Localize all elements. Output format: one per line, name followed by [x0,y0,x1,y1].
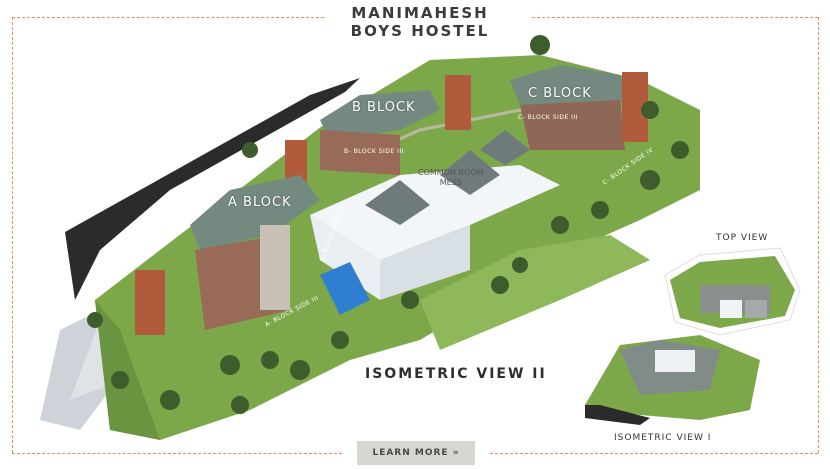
common-room-line-1: COMMON ROOM [418,168,484,177]
isometric-view-i-thumbnail [585,335,760,425]
top-view-thumbnail [664,247,801,336]
c-block-wall [520,100,625,150]
top-view-caption: TOP VIEW [716,233,769,243]
isometric-view-i-caption: ISOMETRIC VIEW I [614,433,712,443]
isometric-view-ii-render [40,35,801,440]
learn-more-button[interactable]: LEARN MORE » [357,441,475,465]
c-block-label: C BLOCK [528,86,592,101]
b-block-label: B BLOCK [352,100,416,115]
common-room-label: COMMON ROOM MESS [418,168,484,188]
a-block-stair [260,225,290,310]
isometric-view-ii-caption: ISOMETRIC VIEW II [365,366,547,382]
a-block-tower [135,270,165,335]
b-block-side-iii-label: B- BLOCK SIDE III [344,148,404,155]
common-room-line-2: MESS [439,178,462,187]
c-block-side-iii-label: C- BLOCK SIDE III [518,114,578,121]
a-block-label: A BLOCK [228,195,292,210]
b-block-tower-2 [445,75,471,130]
